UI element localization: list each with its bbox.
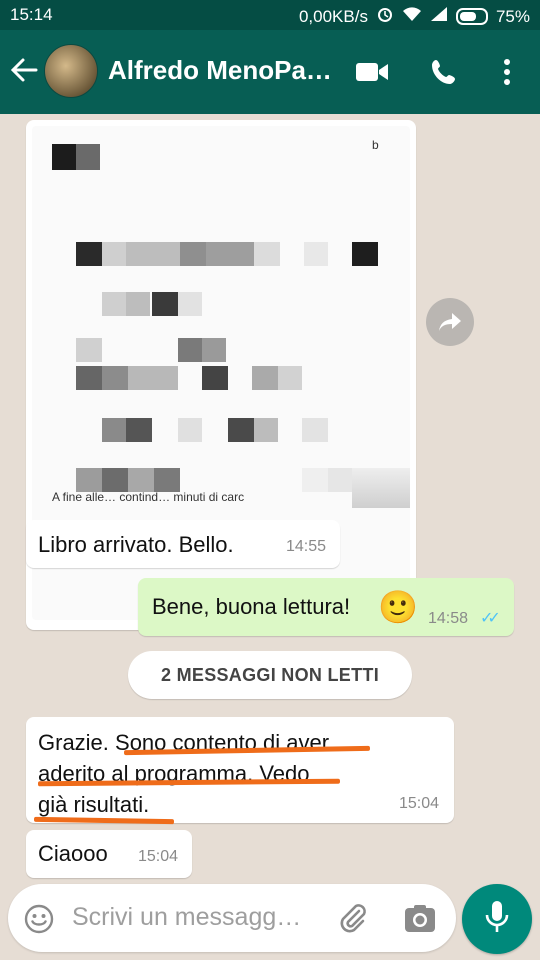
outgoing-message[interactable]: Bene, buona lettura! 🙂 14:58 ✓✓ <box>138 578 514 636</box>
phone-icon[interactable] <box>424 52 464 92</box>
read-ticks-icon: ✓✓ <box>480 610 501 627</box>
contact-avatar[interactable] <box>44 44 98 98</box>
alarm-icon <box>376 5 394 28</box>
message-text: Libro arrivato. Bello. <box>38 532 234 557</box>
battery-percent: 75% <box>495 6 530 26</box>
forward-icon[interactable] <box>426 298 474 346</box>
battery-icon <box>455 8 488 25</box>
highlight-underline <box>33 816 175 825</box>
chat-header: Alfredo MenoPa… <box>0 30 540 114</box>
signal-icon <box>430 6 448 27</box>
back-arrow-icon[interactable] <box>10 56 38 90</box>
image-caption-fragment: A fine alle… contind… minuti di carc <box>52 490 245 504</box>
message-time: 14:58 <box>428 610 469 627</box>
mic-icon <box>485 900 509 939</box>
network-speed: 0,00KB/s <box>298 6 368 26</box>
camera-icon[interactable] <box>404 904 436 939</box>
message-time: 14:55 <box>286 538 327 555</box>
message-composer[interactable]: Scrivi un messagg… <box>8 884 456 952</box>
chat-area[interactable]: b A fine alle… contind… minuti di carc L… <box>0 114 540 960</box>
incoming-message[interactable]: Libro arrivato. Bello. 14:55 <box>26 520 340 568</box>
unread-divider: 2 MESSAGGI NON LETTI <box>128 651 412 699</box>
attach-icon[interactable] <box>338 902 368 939</box>
smile-emoji-icon: 🙂 <box>378 589 418 625</box>
message-text: Grazie. Sono contento di aver aderito al… <box>38 730 330 817</box>
status-bar: 15:14 0,00KB/s 75% <box>0 0 540 30</box>
more-vert-icon[interactable] <box>487 52 527 92</box>
message-text: Bene, buona lettura! <box>152 594 351 619</box>
status-time: 15:14 <box>10 5 53 24</box>
contact-name[interactable]: Alfredo MenoPa… <box>108 55 332 86</box>
message-input[interactable]: Scrivi un messagg… <box>72 903 301 932</box>
wifi-icon <box>402 6 422 27</box>
emoji-icon[interactable] <box>24 904 54 939</box>
message-time: 15:04 <box>399 795 440 812</box>
incoming-message[interactable]: Ciaooo 15:04 <box>26 830 192 878</box>
mic-button[interactable] <box>462 884 532 954</box>
video-call-icon[interactable] <box>352 52 392 92</box>
incoming-message[interactable]: Grazie. Sono contento di aver aderito al… <box>26 717 454 823</box>
message-time: 15:04 <box>138 848 179 865</box>
message-text: Ciaooo <box>38 841 108 866</box>
